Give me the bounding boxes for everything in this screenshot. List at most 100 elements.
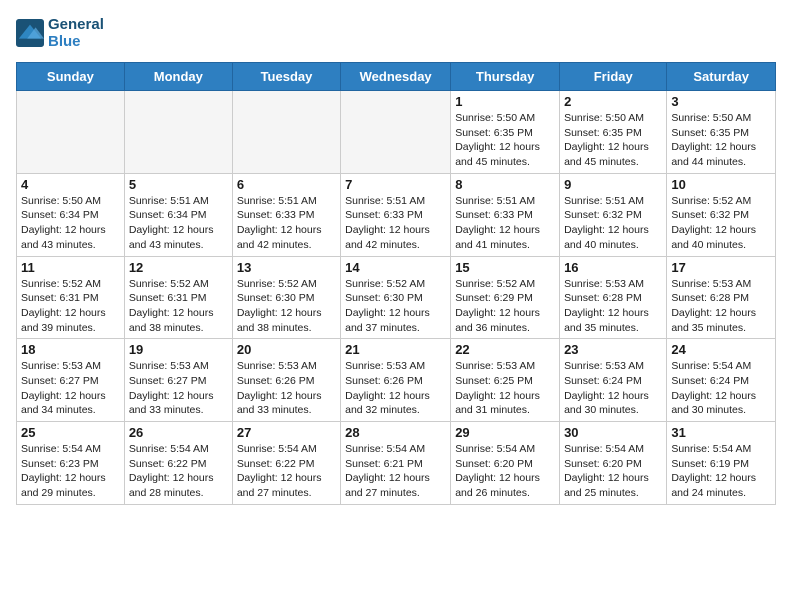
calendar-cell: 7Sunrise: 5:51 AM Sunset: 6:33 PM Daylig…	[341, 173, 451, 256]
cell-info-text: Sunrise: 5:54 AM Sunset: 6:20 PM Dayligh…	[564, 442, 662, 501]
cell-info-text: Sunrise: 5:51 AM Sunset: 6:32 PM Dayligh…	[564, 194, 662, 253]
cell-info-text: Sunrise: 5:53 AM Sunset: 6:27 PM Dayligh…	[129, 359, 228, 418]
cell-day-number: 27	[237, 425, 336, 440]
calendar-cell: 27 Sunrise: 5:54 AM Sunset: 6:22 PM Dayli…	[232, 422, 340, 505]
cell-day-number: 3	[671, 94, 771, 109]
calendar-cell: 4 Sunrise: 5:50 AM Sunset: 6:34 PM Daylig…	[17, 173, 125, 256]
weekday-tuesday: Tuesday	[232, 63, 340, 91]
cell-day-number: 9	[564, 177, 662, 192]
weekday-saturday: Saturday	[667, 63, 776, 91]
calendar-cell: 2 Sunrise: 5:50 AM Sunset: 6:35 PM Daylig…	[560, 91, 667, 174]
cell-day-number: 14	[345, 260, 446, 275]
calendar-cell: 26Sunrise: 5:54 AM Sunset: 6:22 PM Dayli…	[124, 422, 232, 505]
calendar-cell: 14 Sunrise: 5:52 AM Sunset: 6:30 PM Dayli…	[341, 256, 451, 339]
calendar-cell: 20 Sunrise: 5:53 AM Sunset: 6:26 PM Dayli…	[232, 339, 340, 422]
logo-text: General Blue	[48, 16, 104, 50]
calendar-cell: 8Sunrise: 5:51 AM Sunset: 6:33 PM Daylig…	[451, 173, 560, 256]
calendar-cell: 9 Sunrise: 5:51 AM Sunset: 6:32 PM Daylig…	[560, 173, 667, 256]
cell-day-number: 7	[345, 177, 446, 192]
week-row-5: 25 Sunrise: 5:54 AM Sunset: 6:23 PM Dayli…	[17, 422, 776, 505]
calendar-cell: 30Sunrise: 5:54 AM Sunset: 6:20 PM Dayli…	[560, 422, 667, 505]
calendar-cell	[341, 91, 451, 174]
weekday-header-row: SundayMondayTuesdayWednesdayThursdayFrid…	[17, 63, 776, 91]
cell-info-text: Sunrise: 5:52 AM Sunset: 6:30 PM Dayligh…	[237, 277, 336, 336]
calendar-cell: 23 Sunrise: 5:53 AM Sunset: 6:24 PM Dayli…	[560, 339, 667, 422]
cell-info-text: Sunrise: 5:54 AM Sunset: 6:22 PM Dayligh…	[237, 442, 336, 501]
cell-info-text: Sunrise: 5:53 AM Sunset: 6:24 PM Dayligh…	[564, 359, 662, 418]
cell-day-number: 4	[21, 177, 120, 192]
cell-info-text: Sunrise: 5:54 AM Sunset: 6:20 PM Dayligh…	[455, 442, 555, 501]
calendar-cell: 29 Sunrise: 5:54 AM Sunset: 6:20 PM Dayli…	[451, 422, 560, 505]
calendar-cell: 25 Sunrise: 5:54 AM Sunset: 6:23 PM Dayli…	[17, 422, 125, 505]
cell-day-number: 21	[345, 342, 446, 357]
calendar-cell: 22 Sunrise: 5:53 AM Sunset: 6:25 PM Dayli…	[451, 339, 560, 422]
week-row-4: 18 Sunrise: 5:53 AM Sunset: 6:27 PM Dayli…	[17, 339, 776, 422]
cell-info-text: Sunrise: 5:50 AM Sunset: 6:35 PM Dayligh…	[671, 111, 771, 170]
cell-info-text: Sunrise: 5:53 AM Sunset: 6:27 PM Dayligh…	[21, 359, 120, 418]
cell-info-text: Sunrise: 5:54 AM Sunset: 6:22 PM Dayligh…	[129, 442, 228, 501]
cell-day-number: 23	[564, 342, 662, 357]
calendar-body: 1 Sunrise: 5:50 AM Sunset: 6:35 PM Daylig…	[17, 91, 776, 505]
cell-day-number: 2	[564, 94, 662, 109]
logo: General Blue	[16, 16, 104, 50]
page-header: General Blue	[16, 16, 776, 50]
cell-day-number: 8	[455, 177, 555, 192]
cell-info-text: Sunrise: 5:52 AM Sunset: 6:32 PM Dayligh…	[671, 194, 771, 253]
week-row-1: 1 Sunrise: 5:50 AM Sunset: 6:35 PM Daylig…	[17, 91, 776, 174]
calendar-cell: 11 Sunrise: 5:52 AM Sunset: 6:31 PM Dayli…	[17, 256, 125, 339]
cell-info-text: Sunrise: 5:54 AM Sunset: 6:24 PM Dayligh…	[671, 359, 771, 418]
cell-day-number: 25	[21, 425, 120, 440]
cell-info-text: Sunrise: 5:53 AM Sunset: 6:25 PM Dayligh…	[455, 359, 555, 418]
cell-info-text: Sunrise: 5:53 AM Sunset: 6:28 PM Dayligh…	[564, 277, 662, 336]
weekday-friday: Friday	[560, 63, 667, 91]
week-row-3: 11 Sunrise: 5:52 AM Sunset: 6:31 PM Dayli…	[17, 256, 776, 339]
weekday-wednesday: Wednesday	[341, 63, 451, 91]
calendar-cell: 12Sunrise: 5:52 AM Sunset: 6:31 PM Dayli…	[124, 256, 232, 339]
cell-info-text: Sunrise: 5:52 AM Sunset: 6:31 PM Dayligh…	[129, 277, 228, 336]
calendar-cell: 1 Sunrise: 5:50 AM Sunset: 6:35 PM Daylig…	[451, 91, 560, 174]
cell-day-number: 24	[671, 342, 771, 357]
cell-day-number: 29	[455, 425, 555, 440]
cell-day-number: 13	[237, 260, 336, 275]
weekday-monday: Monday	[124, 63, 232, 91]
cell-day-number: 18	[21, 342, 120, 357]
cell-day-number: 20	[237, 342, 336, 357]
cell-info-text: Sunrise: 5:53 AM Sunset: 6:28 PM Dayligh…	[671, 277, 771, 336]
cell-day-number: 28	[345, 425, 446, 440]
cell-info-text: Sunrise: 5:52 AM Sunset: 6:30 PM Dayligh…	[345, 277, 446, 336]
cell-day-number: 31	[671, 425, 771, 440]
cell-day-number: 16	[564, 260, 662, 275]
cell-day-number: 10	[671, 177, 771, 192]
calendar-cell: 19 Sunrise: 5:53 AM Sunset: 6:27 PM Dayli…	[124, 339, 232, 422]
calendar-cell: 21 Sunrise: 5:53 AM Sunset: 6:26 PM Dayli…	[341, 339, 451, 422]
cell-info-text: Sunrise: 5:52 AM Sunset: 6:31 PM Dayligh…	[21, 277, 120, 336]
calendar-cell: 10 Sunrise: 5:52 AM Sunset: 6:32 PM Dayli…	[667, 173, 776, 256]
cell-day-number: 6	[237, 177, 336, 192]
cell-info-text: Sunrise: 5:50 AM Sunset: 6:35 PM Dayligh…	[455, 111, 555, 170]
cell-day-number: 22	[455, 342, 555, 357]
cell-day-number: 1	[455, 94, 555, 109]
cell-day-number: 17	[671, 260, 771, 275]
cell-info-text: Sunrise: 5:51 AM Sunset: 6:33 PM Dayligh…	[237, 194, 336, 253]
cell-day-number: 5	[129, 177, 228, 192]
calendar-cell	[232, 91, 340, 174]
cell-info-text: Sunrise: 5:51 AM Sunset: 6:34 PM Dayligh…	[129, 194, 228, 253]
calendar-cell: 3 Sunrise: 5:50 AM Sunset: 6:35 PM Daylig…	[667, 91, 776, 174]
calendar-cell	[124, 91, 232, 174]
calendar-cell: 31 Sunrise: 5:54 AM Sunset: 6:19 PM Dayli…	[667, 422, 776, 505]
calendar-cell: 24 Sunrise: 5:54 AM Sunset: 6:24 PM Dayli…	[667, 339, 776, 422]
cell-day-number: 19	[129, 342, 228, 357]
cell-info-text: Sunrise: 5:54 AM Sunset: 6:23 PM Dayligh…	[21, 442, 120, 501]
cell-info-text: Sunrise: 5:54 AM Sunset: 6:21 PM Dayligh…	[345, 442, 446, 501]
weekday-sunday: Sunday	[17, 63, 125, 91]
cell-info-text: Sunrise: 5:53 AM Sunset: 6:26 PM Dayligh…	[237, 359, 336, 418]
cell-info-text: Sunrise: 5:50 AM Sunset: 6:35 PM Dayligh…	[564, 111, 662, 170]
calendar-cell	[17, 91, 125, 174]
calendar-cell: 5 Sunrise: 5:51 AM Sunset: 6:34 PM Daylig…	[124, 173, 232, 256]
cell-info-text: Sunrise: 5:54 AM Sunset: 6:19 PM Dayligh…	[671, 442, 771, 501]
cell-info-text: Sunrise: 5:50 AM Sunset: 6:34 PM Dayligh…	[21, 194, 120, 253]
cell-info-text: Sunrise: 5:53 AM Sunset: 6:26 PM Dayligh…	[345, 359, 446, 418]
calendar-cell: 13 Sunrise: 5:52 AM Sunset: 6:30 PM Dayli…	[232, 256, 340, 339]
cell-day-number: 11	[21, 260, 120, 275]
calendar-cell: 28 Sunrise: 5:54 AM Sunset: 6:21 PM Dayli…	[341, 422, 451, 505]
